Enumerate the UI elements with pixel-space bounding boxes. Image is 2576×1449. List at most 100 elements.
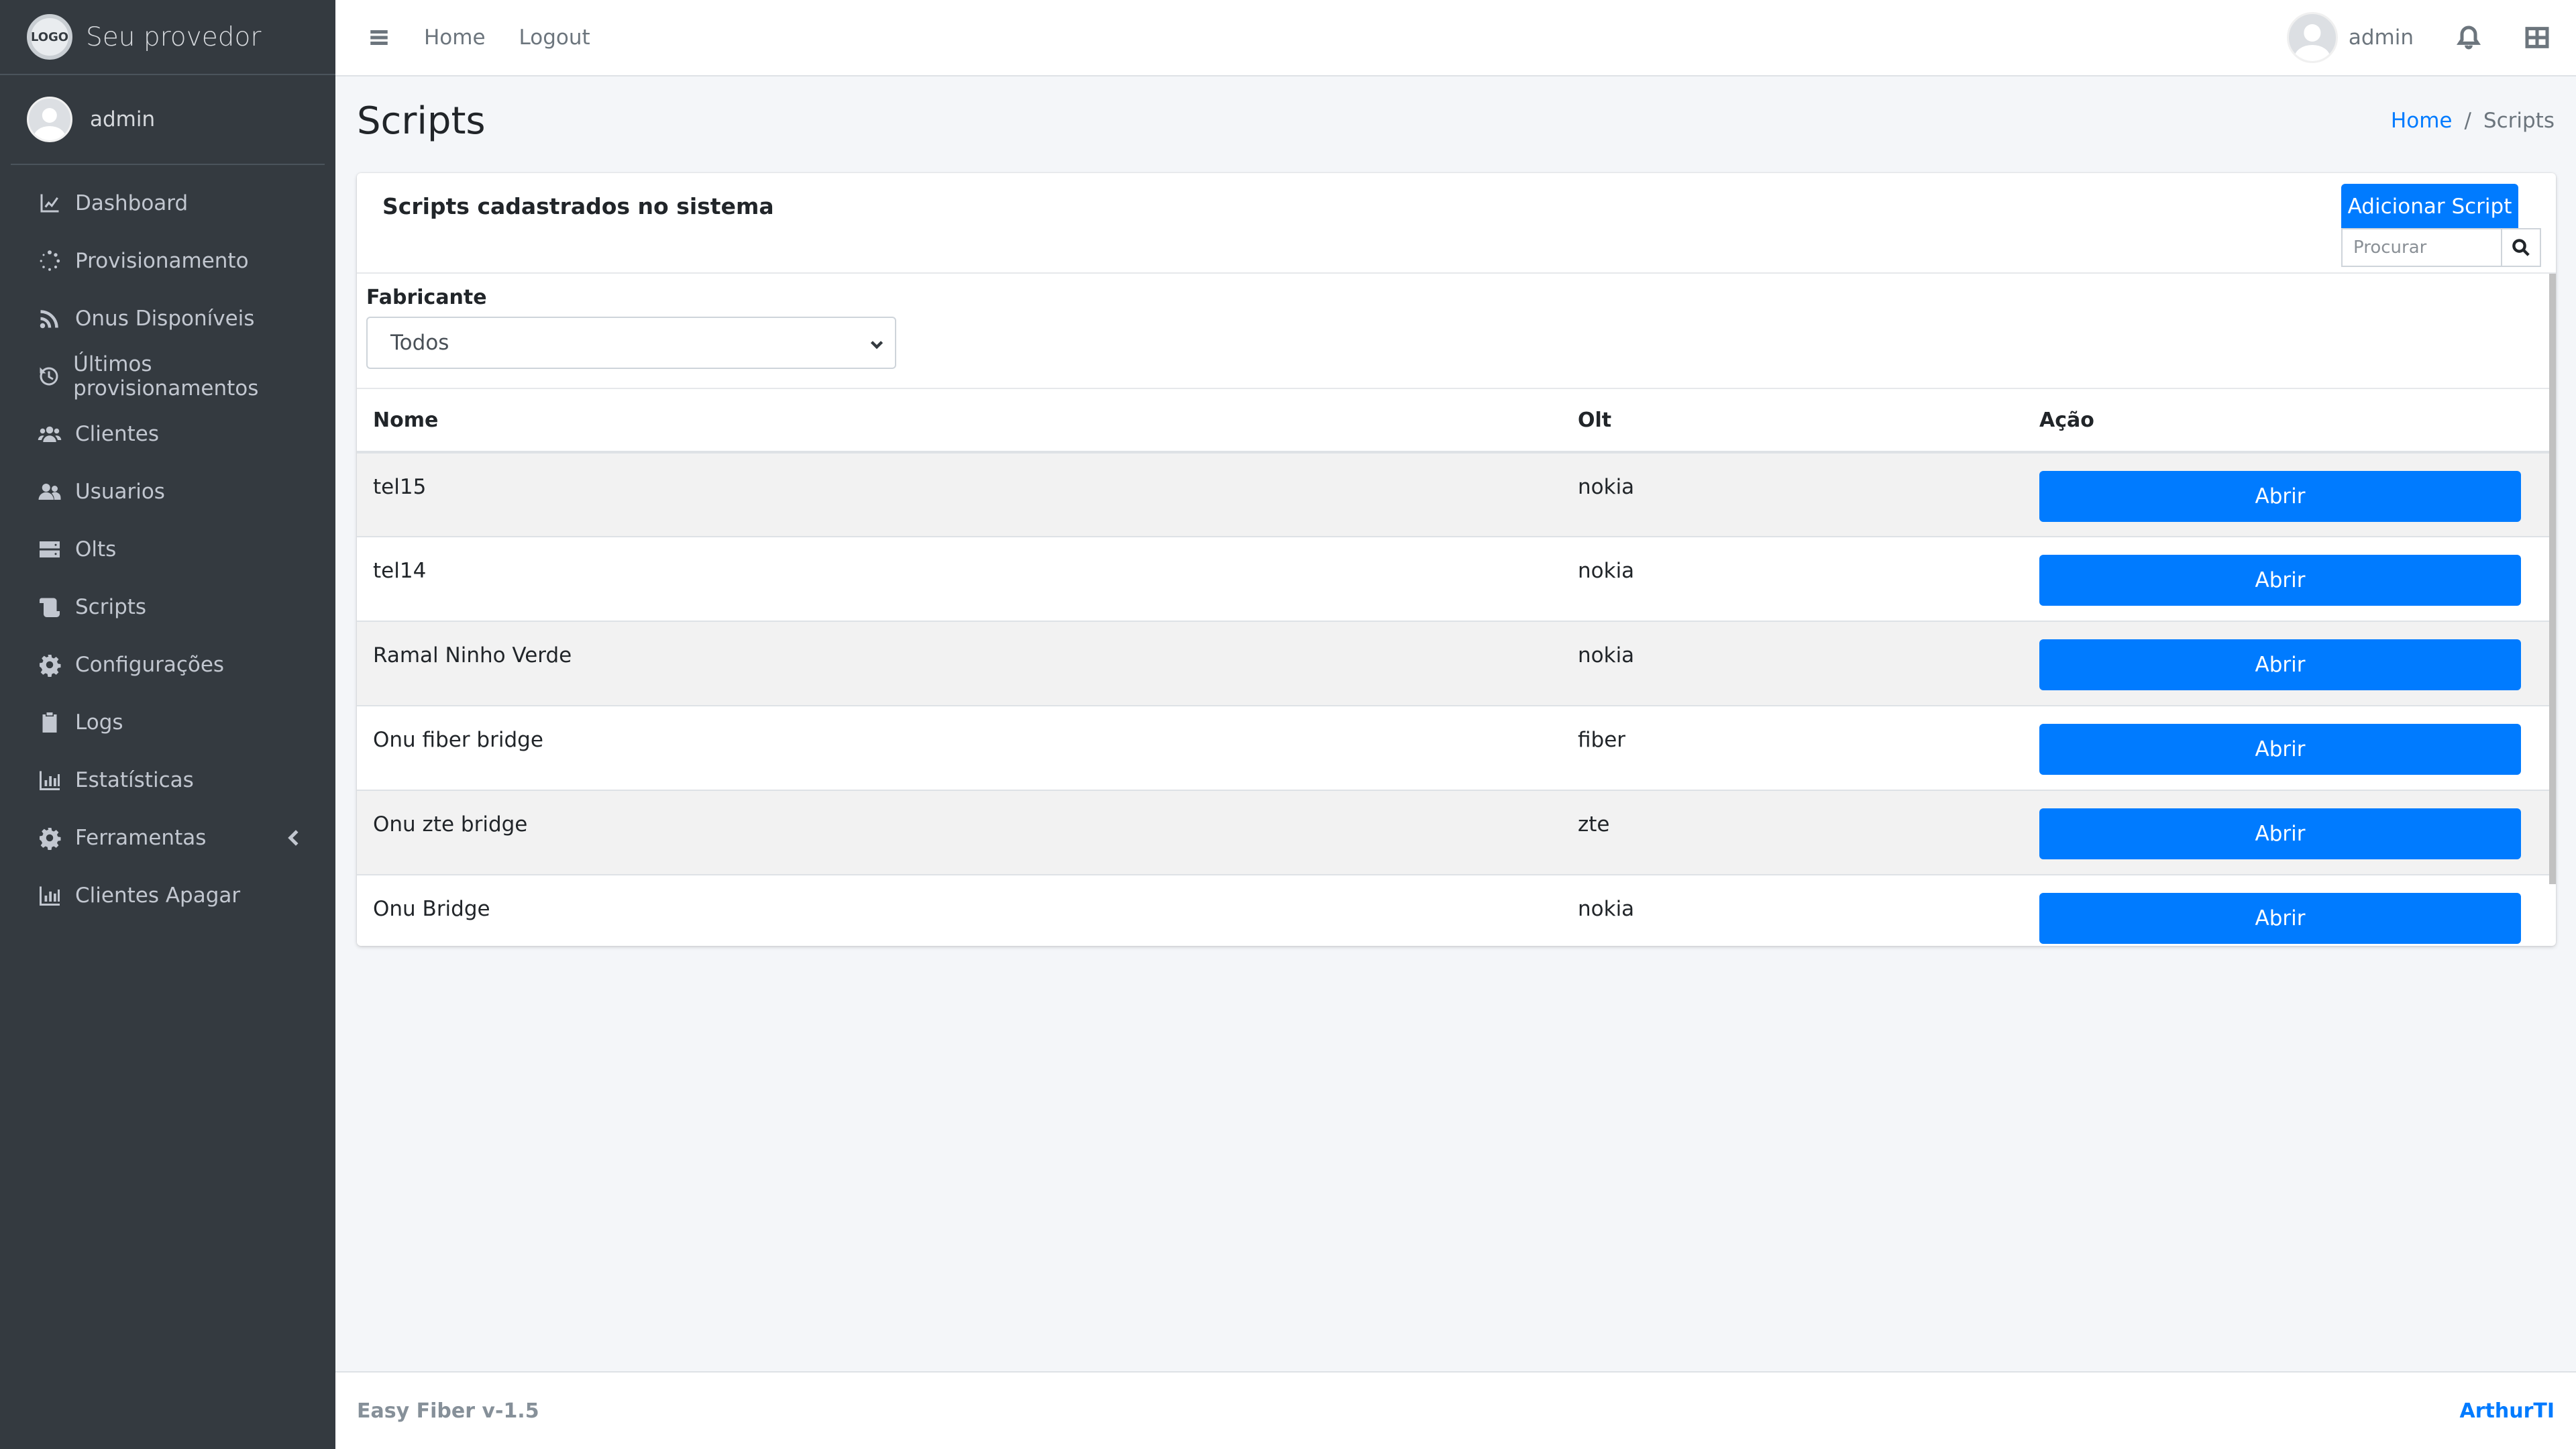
abrir-button[interactable]: Abrir <box>2039 555 2521 606</box>
abrir-button[interactable]: Abrir <box>2039 639 2521 690</box>
users-icon <box>36 421 63 447</box>
footer-author-link[interactable]: ArthurTI <box>2460 1399 2555 1423</box>
bar-chart-icon <box>36 882 63 909</box>
sidebar-item-label: Últimos provisionamentos <box>73 352 259 400</box>
sidebar-item-scripts[interactable]: Scripts <box>11 578 325 636</box>
sidebar-item-clientes[interactable]: Clientes <box>11 405 325 463</box>
user-panel[interactable]: admin <box>11 75 325 165</box>
add-script-button[interactable]: Adicionar Script <box>2341 184 2518 229</box>
topbar-user-avatar[interactable] <box>2286 12 2338 63</box>
sidebar-item-estatisticas[interactable]: Estatísticas <box>11 751 325 809</box>
cell-nome: Onu fiber bridge <box>357 705 1562 790</box>
sidebar-item-olts[interactable]: Olts <box>11 521 325 578</box>
breadcrumb-separator: / <box>2464 109 2471 133</box>
nav-link-logout[interactable]: Logout <box>519 25 590 50</box>
sidebar-item-clientes-apagar[interactable]: Clientes Apagar <box>11 867 325 924</box>
filter-label: Fabricante <box>366 286 487 309</box>
filter-section: Fabricante Todos <box>357 274 2556 389</box>
grid-icon[interactable] <box>2524 24 2551 51</box>
content-header: Scripts Home / Scripts <box>357 94 2555 148</box>
breadcrumb-current: Scripts <box>2483 109 2555 133</box>
top-navbar: Home Logout admin <box>335 0 2576 76</box>
topbar-right: admin <box>2286 12 2576 63</box>
sidebar-item-label: Clientes <box>75 422 159 446</box>
card-scrollbar[interactable] <box>2549 274 2556 884</box>
table-row: Onu Bridge nokia Abrir <box>357 874 2556 946</box>
user-avatar <box>27 97 72 142</box>
cell-nome: Ramal Ninho Verde <box>357 621 1562 706</box>
scripts-table: Nome Olt Ação tel15 nokia Abrir tel14 no… <box>357 389 2556 946</box>
bar-chart-icon <box>36 767 63 794</box>
cell-nome: tel15 <box>357 451 1562 537</box>
table-row: Ramal Ninho Verde nokia Abrir <box>357 621 2556 706</box>
breadcrumb-home[interactable]: Home <box>2391 109 2453 133</box>
cell-acao: Abrir <box>2023 451 2556 537</box>
brand-logo-text: LOGO <box>30 30 69 44</box>
cell-acao: Abrir <box>2023 536 2556 621</box>
cell-olt: nokia <box>1562 451 2023 537</box>
cell-acao: Abrir <box>2023 790 2556 875</box>
search-button[interactable] <box>2501 228 2541 267</box>
cell-nome: Onu Bridge <box>357 874 1562 946</box>
sidebar-item-onus-disponiveis[interactable]: Onus Disponíveis <box>11 290 325 347</box>
card-scrollbar-thumb[interactable] <box>2549 274 2556 884</box>
sidebar-item-configuracoes[interactable]: Configurações <box>11 636 325 694</box>
brand-link[interactable]: LOGO Seu provedor <box>0 0 335 75</box>
abrir-button[interactable]: Abrir <box>2039 471 2521 522</box>
footer: Easy Fiber v-1.5 ArthurTI <box>335 1371 2576 1449</box>
cell-olt: nokia <box>1562 874 2023 946</box>
cell-olt: nokia <box>1562 621 2023 706</box>
fabricante-select[interactable]: Todos <box>366 317 896 369</box>
breadcrumb: Home / Scripts <box>2391 109 2555 133</box>
sidebar-item-label: Logs <box>75 710 123 735</box>
cell-nome: Onu zte bridge <box>357 790 1562 875</box>
cell-olt: zte <box>1562 790 2023 875</box>
gear-icon <box>36 824 63 851</box>
page-title: Scripts <box>357 99 486 143</box>
sidebar-item-ferramentas[interactable]: Ferramentas <box>11 809 325 867</box>
cell-acao: Abrir <box>2023 874 2556 946</box>
search-input[interactable] <box>2341 228 2501 267</box>
sidebar-item-ultimos-provisionamentos[interactable]: Últimos provisionamentos <box>11 347 325 405</box>
sidebar-item-label: Clientes Apagar <box>75 883 241 908</box>
chevron-left-icon[interactable] <box>284 828 305 848</box>
card-title: Scripts cadastrados no sistema <box>382 193 774 219</box>
cell-olt: nokia <box>1562 536 2023 621</box>
sidebar-item-label: Ferramentas <box>75 826 207 850</box>
sidebar-item-logs[interactable]: Logs <box>11 694 325 751</box>
brand-name: Seu provedor <box>86 21 262 52</box>
sidebar-item-usuarios[interactable]: Usuarios <box>11 463 325 521</box>
table-row: tel14 nokia Abrir <box>357 536 2556 621</box>
sidebar-nav: Dashboard Provisionamento Onus Disponíve… <box>0 174 335 924</box>
topbar-user-name[interactable]: admin <box>2349 25 2414 50</box>
table-row: Onu fiber bridge fiber Abrir <box>357 705 2556 790</box>
abrir-button[interactable]: Abrir <box>2039 808 2521 859</box>
sidebar-item-label: Dashboard <box>75 191 189 215</box>
sidebar: LOGO Seu provedor admin Dashboard Provis… <box>0 0 335 1449</box>
search-icon <box>2512 239 2530 256</box>
sidebar-item-label: Usuarios <box>75 480 165 504</box>
scroll-icon <box>36 594 63 621</box>
table-row: tel15 nokia Abrir <box>357 451 2556 537</box>
sidebar-item-label: Provisionamento <box>75 249 249 273</box>
sidebar-item-provisionamento[interactable]: Provisionamento <box>11 232 325 290</box>
chart-line-icon <box>36 190 63 217</box>
search-group <box>2341 228 2541 267</box>
table-row: Onu zte bridge zte Abrir <box>357 790 2556 875</box>
brand-logo: LOGO <box>27 14 72 60</box>
sidebar-item-dashboard[interactable]: Dashboard <box>11 174 325 232</box>
card-header: Scripts cadastrados no sistema Adicionar… <box>357 173 2556 274</box>
nav-link-home[interactable]: Home <box>424 25 486 50</box>
footer-version: Easy Fiber v-1.5 <box>357 1399 539 1423</box>
sidebar-item-label: Scripts <box>75 595 147 619</box>
spinner-icon <box>36 248 63 274</box>
abrir-button[interactable]: Abrir <box>2039 724 2521 775</box>
table-header-row: Nome Olt Ação <box>357 389 2556 453</box>
hamburger-menu-icon[interactable] <box>368 26 390 49</box>
cell-acao: Abrir <box>2023 621 2556 706</box>
server-icon <box>36 536 63 563</box>
abrir-button[interactable]: Abrir <box>2039 893 2521 944</box>
sidebar-item-label: Configurações <box>75 653 225 677</box>
bell-icon[interactable] <box>2455 24 2482 51</box>
clipboard-icon <box>36 709 63 736</box>
